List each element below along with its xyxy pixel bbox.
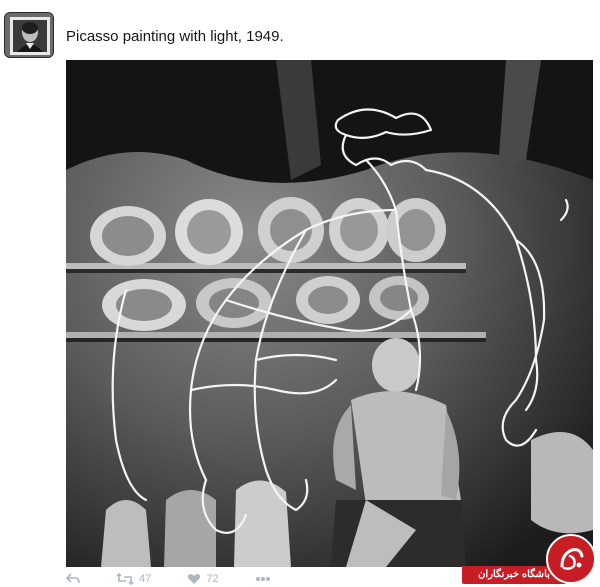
retweet-count: 47	[139, 573, 152, 585]
portrait-avatar-icon	[5, 13, 53, 57]
news-agency-watermark: باشگاه خبرنگاران	[462, 530, 598, 586]
picasso-light-drawing-photo	[66, 60, 593, 567]
tweet-actions: 47 72	[66, 572, 396, 586]
watermark-logo	[546, 534, 596, 584]
retweet-icon	[116, 573, 134, 585]
like-count: 72	[206, 573, 219, 585]
more-dots-icon	[255, 577, 270, 581]
heart-icon	[188, 574, 201, 584]
reply-icon	[66, 573, 80, 584]
more-button[interactable]	[255, 576, 271, 582]
avatar[interactable]	[4, 12, 54, 58]
reply-button[interactable]	[66, 573, 80, 585]
tweet-text: Picasso painting with light, 1949.	[66, 28, 284, 45]
tweet-photo[interactable]	[66, 60, 593, 567]
like-button[interactable]: 72	[187, 573, 219, 585]
retweet-button[interactable]: 47	[116, 573, 151, 585]
agency-logo-icon	[560, 548, 584, 570]
